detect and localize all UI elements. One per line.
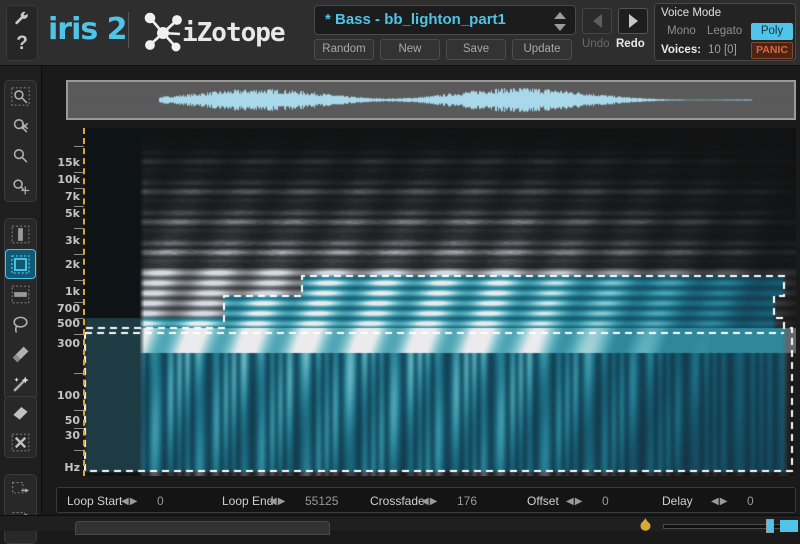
waveform-overview[interactable] [66,80,796,120]
tool-rail [0,66,42,544]
voice-mode-panel: Voice Mode Mono Legato Poly Voices: 10 [… [654,3,796,61]
select-lasso-icon[interactable] [5,309,36,339]
voice-mode-title: Voice Mode [661,7,722,19]
tool-group-transform [4,474,37,544]
freq-label-1k: 1k [65,285,80,298]
freq-label-100: 100 [57,389,80,402]
app-logo-iris: iris 2 [48,12,128,47]
select-rectangle-icon[interactable] [5,249,36,279]
master-level-indicator [780,520,798,532]
crossfade-stepper[interactable]: ◀▶ [421,496,438,507]
spectrogram-display[interactable] [84,128,796,476]
master-slider-track[interactable] [663,524,783,529]
zoom-fit-icon[interactable] [5,81,36,111]
logo-divider [128,12,129,48]
tool-group-edit [4,396,37,458]
new-button[interactable]: New [380,39,440,60]
eraser-icon[interactable] [5,397,36,427]
chevron-up-icon[interactable] [554,11,566,19]
flame-icon [637,517,654,537]
undo-button[interactable] [582,8,612,34]
random-button[interactable]: Random [314,39,374,60]
loop-parameter-bar: Loop Start ◀▶ 0 Loop End ◀▶ 55125 Crossfade ◀▶ 1… [56,487,796,513]
redo-label: Redo [616,38,645,50]
selection-move-icon[interactable] [5,475,36,505]
app-logo-izotope: iZotope [182,18,286,48]
loop-start-stepper[interactable]: ◀▶ [121,496,138,507]
undo-label: Undo [582,38,610,50]
waveform-canvas [68,82,794,118]
freq-label-7k: 7k [65,190,80,203]
preset-name-label: * Bass - bb_lighton_part1 [325,11,506,28]
preset-spinner[interactable] [551,9,569,33]
offset-value[interactable]: 0 [602,494,609,508]
freq-label-30: 30 [64,429,80,442]
loop-start-value[interactable]: 0 [157,494,164,508]
freq-label-2k: 2k [65,258,80,271]
delay-label: Delay [662,494,693,508]
freq-label-15k: 15k [57,156,80,169]
select-magic-wand-icon[interactable] [5,369,36,399]
freq-label-50: 50 [64,414,80,427]
offset-label: Offset [527,494,559,508]
bottom-panel-tab[interactable] [75,521,330,535]
voice-mode-mono[interactable]: Mono [667,25,696,37]
loop-end-label: Loop End [222,494,274,508]
playhead-marker[interactable] [83,128,85,476]
preset-selector[interactable]: * Bass - bb_lighton_part1 [314,5,576,35]
voice-mode-legato[interactable]: Legato [707,25,742,37]
tool-group-selection [4,218,37,400]
delay-value[interactable]: 0 [747,494,754,508]
utility-button-group: ? [6,5,38,61]
freq-label-300: 300 [57,337,80,350]
arrow-left-icon [592,14,602,28]
deselect-icon[interactable] [5,427,36,457]
voices-value[interactable]: 10 [0] [708,44,737,56]
spectrogram-canvas [84,128,796,476]
tool-group-zoom [4,80,37,202]
freq-label-3k: 3k [65,234,80,247]
frequency-axis: 15k 10k 7k 5k 3k 2k 1k 700 500 300 100 50 30 Hz [42,128,84,476]
wrench-icon[interactable] [14,11,30,32]
zoom-out-icon[interactable] [5,111,36,141]
update-button[interactable]: Update [512,39,572,60]
question-mark-icon[interactable]: ? [16,33,28,55]
select-brush-icon[interactable] [5,339,36,369]
crossfade-label: Crossfade [370,494,425,508]
freq-label-Hz: Hz [64,461,80,474]
freq-label-5k: 5k [65,207,80,220]
panic-button[interactable]: PANIC [751,42,793,59]
crossfade-value[interactable]: 176 [457,494,477,508]
save-button[interactable]: Save [446,39,506,60]
top-bar: ? iris 2 iZotope * Bass - bb_lighton_par… [0,0,800,66]
freq-label-10k: 10k [57,173,80,186]
redo-button[interactable] [618,8,648,34]
loop-start-label: Loop Start [67,494,123,508]
delay-stepper[interactable]: ◀▶ [711,496,728,507]
loop-end-stepper[interactable]: ◀▶ [269,496,286,507]
zoom-in-icon[interactable] [5,141,36,171]
loop-end-value[interactable]: 55125 [305,494,338,508]
voice-mode-poly[interactable]: Poly [751,23,793,40]
freq-label-700: 700 [57,302,80,315]
voices-label: Voices: [661,44,702,56]
bottom-strip [0,515,800,535]
arrow-right-icon [628,14,638,28]
select-time-icon[interactable] [5,219,36,249]
zoom-pan-icon[interactable] [5,171,36,201]
chevron-down-icon[interactable] [554,23,566,31]
offset-stepper[interactable]: ◀▶ [566,496,583,507]
izotope-mark-icon [142,12,184,59]
select-frequency-icon[interactable] [5,279,36,309]
